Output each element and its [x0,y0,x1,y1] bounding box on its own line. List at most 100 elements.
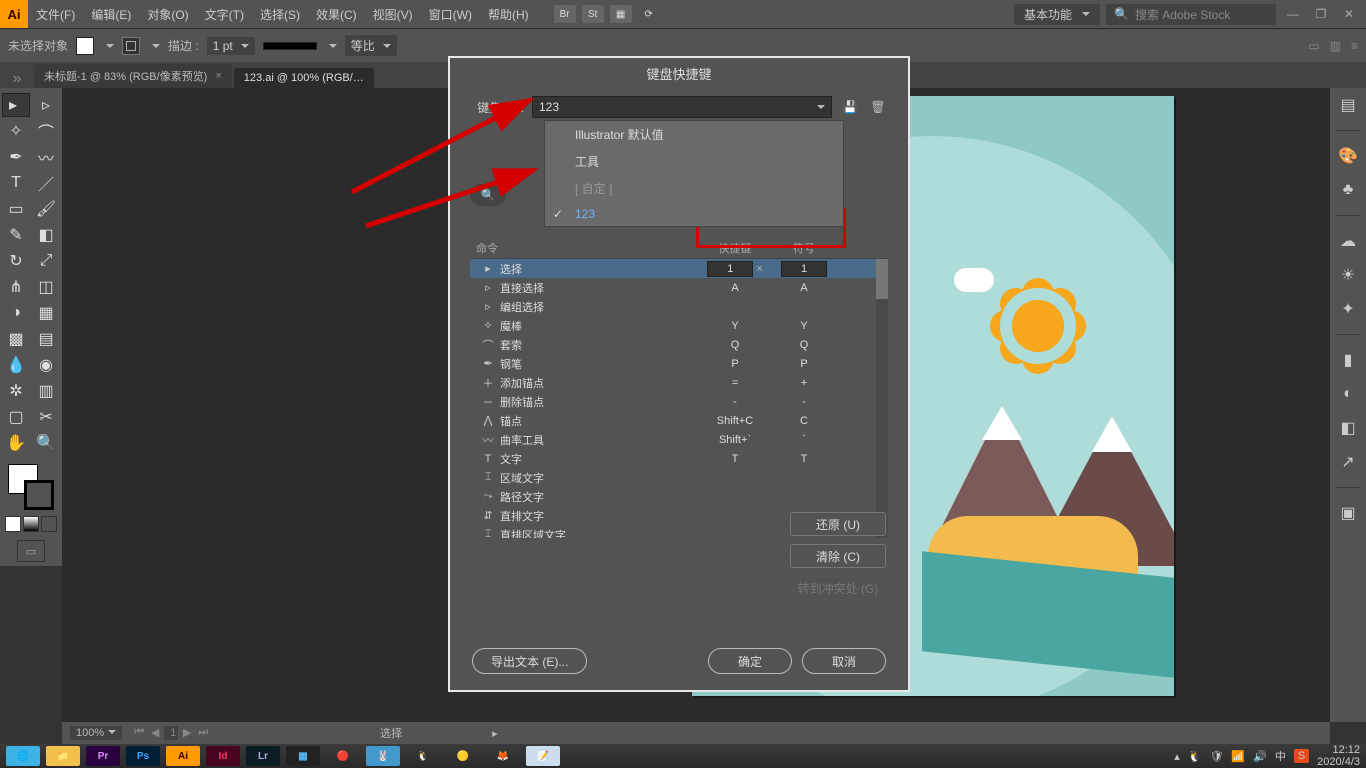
fill-stroke-control[interactable] [8,464,54,510]
stroke-swatch[interactable] [122,37,140,55]
tool-width[interactable]: ⋔ [2,275,30,299]
tray-qq-icon[interactable]: 🐧 [1188,750,1202,763]
tool-type[interactable]: T [2,171,30,195]
task-app3[interactable]: 🐰 [366,746,400,766]
table-row[interactable]: ▹直接选择AA [470,278,888,297]
doc-setup-icon[interactable]: ▭ [1308,39,1319,53]
table-row[interactable]: ⌒套索QQ [470,335,888,354]
tool-gradient[interactable]: ▤ [32,327,60,351]
fill-swatch[interactable] [76,37,94,55]
tab-doc1[interactable]: 未标题-1 @ 83% (RGB/像素预览)× [34,64,232,88]
tool-rectangle[interactable]: ▭ [2,197,30,221]
tray-sogou-icon[interactable]: S [1294,749,1309,763]
task-qq[interactable]: 🐧 [406,746,440,766]
ok-button[interactable]: 确定 [708,648,792,674]
tool-blend[interactable]: ◉ [32,353,60,377]
tool-paintbrush[interactable]: 🖌 [32,197,60,221]
table-row[interactable]: ⤳路径文字 [470,487,888,506]
panel-symbols-icon[interactable]: ✦ [1337,298,1359,320]
task-photoshop[interactable]: Ps [126,746,160,766]
nav-prev[interactable]: ◀ [148,726,162,740]
tool-direct-select[interactable]: ▹ [32,93,60,117]
set-dropdown[interactable]: 123 [532,96,832,118]
tray-up-icon[interactable]: ▴ [1174,750,1180,763]
tool-rotate[interactable]: ↻ [2,249,30,273]
mode-none[interactable] [41,516,57,532]
key-input[interactable] [707,261,753,277]
window-close[interactable]: ✕ [1338,5,1360,23]
delete-set-icon[interactable]: 🗑 [868,97,888,117]
table-row[interactable]: T文字TT [470,449,888,468]
tool-free-transform[interactable]: ◫ [32,275,60,299]
tool-magic-wand[interactable]: ✧ [2,119,30,143]
set-option-default[interactable]: Illustrator 默认值 [545,121,843,148]
task-lightroom[interactable]: Lr [246,746,280,766]
tool-slice[interactable]: ✂ [32,405,60,429]
panel-menu-icon[interactable]: ≡ [1351,39,1358,53]
tool-hand[interactable]: ✋ [2,431,30,455]
mode-color[interactable] [5,516,21,532]
task-premiere[interactable]: Pr [86,746,120,766]
undo-button[interactable]: 还原 (U) [790,512,886,536]
set-option-custom[interactable]: [ 自定 ] [545,175,843,202]
tool-artboard[interactable]: ▢ [2,405,30,429]
tool-shape-builder[interactable]: ◑ [2,301,30,325]
window-minimize[interactable]: — [1282,5,1304,23]
workspace-dropdown[interactable]: 基本功能 [1014,4,1100,25]
panel-gradient-icon[interactable]: ◐ [1337,383,1359,405]
tool-eyedropper[interactable]: 💧 [2,353,30,377]
nav-last[interactable]: ⏭ [196,726,210,740]
menu-object[interactable]: 对象(O) [139,6,196,23]
panel-brushes-icon[interactable]: ☀ [1337,264,1359,286]
menu-edit[interactable]: 编辑(E) [83,6,139,23]
panel-properties-icon[interactable]: ▤ [1337,94,1359,116]
tool-eraser[interactable]: ◧ [32,223,60,247]
stroke-color[interactable] [24,480,54,510]
task-explorer[interactable]: 📁 [46,746,80,766]
tool-line[interactable]: ／ [32,171,60,195]
tab-doc2[interactable]: 123.ai @ 100% (RGB/… [234,68,374,88]
menu-help[interactable]: 帮助(H) [480,6,537,23]
table-scrollbar[interactable] [876,259,888,538]
uniform-scale[interactable]: 等比 [345,35,397,56]
tray-volume-icon[interactable]: 🔊 [1253,750,1267,763]
clear-button[interactable]: 清除 (C) [790,544,886,568]
menu-effect[interactable]: 效果(C) [308,6,365,23]
table-row[interactable]: 〰曲率工具Shift+`` [470,430,888,449]
tray-shield-icon[interactable]: 🛡 [1209,750,1223,763]
symbol-input[interactable] [781,261,827,277]
cancel-button[interactable]: 取消 [802,648,886,674]
bridge-icon[interactable]: Br [554,5,576,23]
gpu-icon[interactable]: ⟳ [638,5,660,23]
tool-perspective[interactable]: ▦ [32,301,60,325]
table-row[interactable]: ✧魔棒YY [470,316,888,335]
fill-dropdown[interactable] [102,39,114,53]
prefs-icon[interactable]: ▥ [1330,39,1341,53]
set-option-123[interactable]: ✓123 [545,202,843,226]
tray-network-icon[interactable]: 📶 [1231,750,1245,763]
tool-lasso[interactable]: ⌒ [32,119,60,143]
table-row[interactable]: ＋添加锚点=+ [470,373,888,392]
tabs-drawer-icon[interactable]: » [8,70,26,88]
table-row[interactable]: －删除锚点-- [470,392,888,411]
save-set-icon[interactable]: 💾 [840,97,860,117]
menu-view[interactable]: 视图(V) [365,6,421,23]
panel-layers-icon[interactable]: ▣ [1337,502,1359,524]
panel-stroke-icon[interactable]: ▮ [1337,349,1359,371]
task-app1[interactable]: ▦ [286,746,320,766]
clear-key-icon[interactable]: × [753,263,762,275]
panel-libraries-icon[interactable]: ☁ [1337,230,1359,252]
task-chrome[interactable]: 🟡 [446,746,480,766]
tool-scale[interactable]: ⤢ [32,249,60,273]
menu-file[interactable]: 文件(F) [28,6,83,23]
task-notes[interactable]: 📝 [526,746,560,766]
scrollbar-thumb[interactable] [876,259,888,299]
screen-mode[interactable]: ▭ [17,540,45,562]
nav-first[interactable]: ⏮ [132,726,146,740]
artboard-number[interactable]: 1 [164,726,178,740]
table-row[interactable]: ⌶区域文字 [470,468,888,487]
task-browser[interactable]: 🌐 [6,746,40,766]
panel-swatches-icon[interactable]: ♣ [1337,179,1359,201]
stock-icon[interactable]: St [582,5,604,23]
tool-graph[interactable]: ▥ [32,379,60,403]
